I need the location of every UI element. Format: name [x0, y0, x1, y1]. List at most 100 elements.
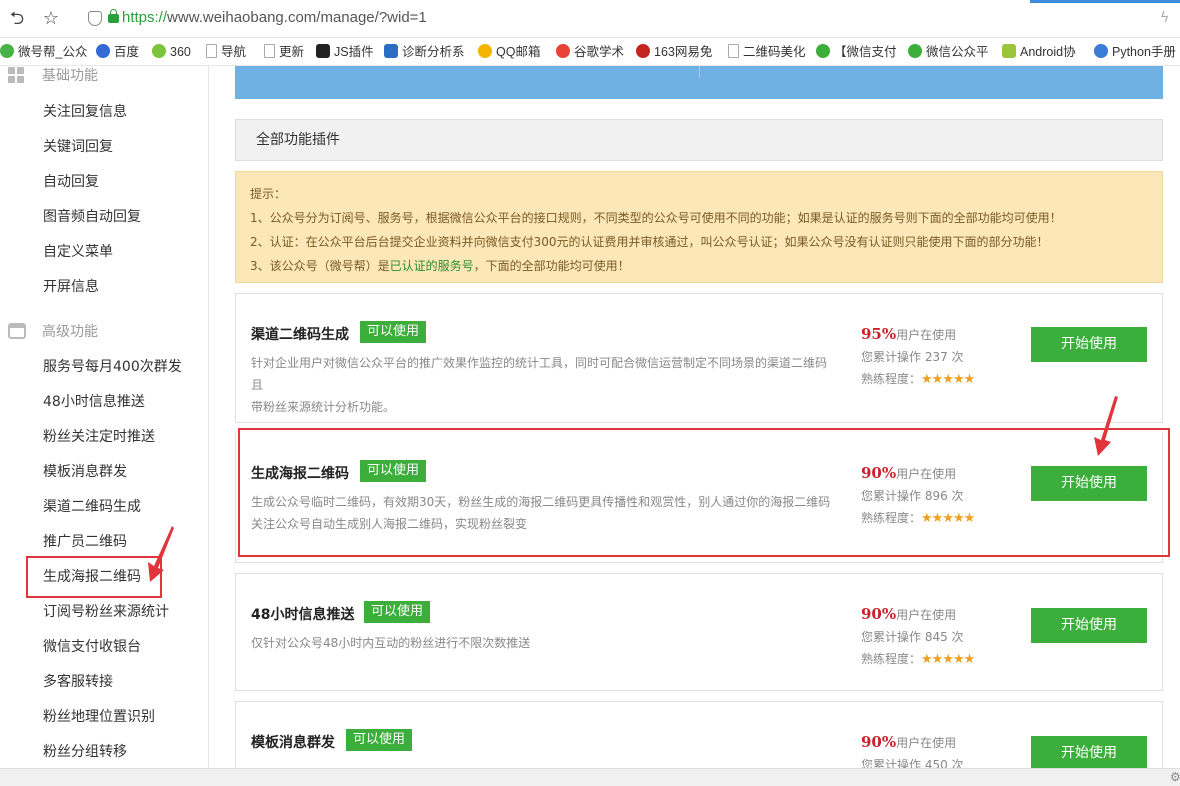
- card-title: 模板消息群发: [251, 735, 335, 751]
- bookmark-item[interactable]: 更新: [264, 43, 304, 61]
- sidebar-item-channel-qr[interactable]: 渠道二维码生成: [43, 497, 141, 517]
- available-badge: 可以使用: [346, 729, 413, 751]
- bookmark-item[interactable]: 导航: [206, 43, 246, 61]
- card-title: 48小时信息推送: [251, 607, 355, 623]
- bookmark-item[interactable]: 诊断分析系: [384, 43, 465, 61]
- back-icon[interactable]: ⮌: [6, 8, 28, 30]
- bookmark-item[interactable]: 【微信支付: [816, 43, 897, 61]
- tips-line: 2、认证：在公众平台后台提交企业资料并向微信支付300元的认证费用并审核通过，叫…: [250, 235, 1049, 249]
- star-rating-icon: ★★★★★: [921, 372, 975, 387]
- lock-icon: [108, 9, 119, 23]
- page-icon: [206, 44, 217, 58]
- card-desc: 针对企业用户对微信公众平台的推广效果作监控的统计工具，同时可配合微信运营制定不同…: [251, 356, 828, 392]
- wechat-pay-icon: [816, 44, 830, 58]
- usage-percent: 95%: [861, 325, 897, 343]
- qq-mail-icon: [478, 44, 492, 58]
- bookmark-label: 微号帮_公众: [18, 45, 88, 59]
- bookmark-item[interactable]: JS插件: [316, 43, 374, 61]
- section-label: 高级功能: [42, 324, 98, 340]
- python-icon: [1094, 44, 1108, 58]
- sidebar-item-media-reply[interactable]: 图音频自动回复: [43, 207, 141, 227]
- star-rating-icon: ★★★★★: [921, 652, 975, 667]
- sidebar-item-splash[interactable]: 开屏信息: [43, 277, 99, 297]
- 163-icon: [636, 44, 650, 58]
- url-input[interactable]: https://www.weihaobang.com/manage/?wid=1: [122, 9, 427, 26]
- header-banner: [235, 66, 1163, 99]
- banner-divider: [699, 66, 700, 78]
- bookmark-label: 微信公众平: [926, 45, 989, 59]
- panel-title: 全部功能插件: [235, 119, 1163, 161]
- level-label: 熟练程度：: [861, 372, 922, 386]
- section-advanced-title: 高级功能: [8, 322, 98, 342]
- page-icon: [264, 44, 275, 58]
- bookmark-label: 导航: [221, 45, 247, 59]
- bookmark-item[interactable]: 百度: [96, 43, 139, 61]
- available-badge: 可以使用: [360, 321, 427, 343]
- bookmark-label: JS插件: [334, 45, 374, 59]
- plugin-card-channel-qr: 渠道二维码生成 可以使用 针对企业用户对微信公众平台的推广效果作监控的统计工具，…: [235, 293, 1163, 423]
- star-icon[interactable]: ☆: [40, 8, 62, 30]
- tips-line: 3、该公众号（微号帮）是已认证的服务号，下面的全部功能均可使用！: [250, 254, 1148, 278]
- bookmark-label: 【微信支付: [834, 45, 897, 59]
- bookmark-item[interactable]: 微号帮_公众: [0, 43, 87, 61]
- bookmark-item[interactable]: QQ邮箱: [478, 43, 540, 61]
- sidebar-item-template-msg[interactable]: 模板消息群发: [43, 462, 127, 482]
- status-bar: ⚙: [0, 768, 1180, 786]
- start-button[interactable]: 开始使用: [1031, 608, 1147, 643]
- bookmark-item[interactable]: 二维码美化: [728, 43, 806, 61]
- sidebar: 基础功能 关注回复信息 关键词回复 自动回复 图音频自动回复 自定义菜单 开屏信…: [0, 66, 209, 768]
- sidebar-item-custom-menu[interactable]: 自定义菜单: [43, 242, 113, 262]
- url-path: www.weihaobang.com/manage/?wid=1: [167, 9, 427, 26]
- gear-icon[interactable]: ⚙: [1170, 770, 1180, 784]
- diagnose-icon: [384, 44, 398, 58]
- bolt-icon[interactable]: ϟ: [1160, 10, 1169, 26]
- sidebar-item-promoter-qr[interactable]: 推广员二维码: [43, 532, 127, 552]
- operation-count: 您累计操作 845 次: [861, 630, 964, 644]
- sidebar-item-pay-cashier[interactable]: 微信支付收银台: [43, 637, 141, 657]
- google-icon: [556, 44, 570, 58]
- usage-percent: 90%: [861, 733, 897, 751]
- sidebar-item-keyword-reply[interactable]: 关键词回复: [43, 137, 113, 157]
- bookmark-item[interactable]: Python手册: [1094, 43, 1176, 61]
- sidebar-item-geo[interactable]: 粉丝地理位置识别: [43, 707, 155, 727]
- bookmark-item[interactable]: 360: [152, 43, 191, 61]
- bookmark-label: Android协: [1020, 45, 1076, 59]
- sidebar-item-follow-reply[interactable]: 关注回复信息: [43, 102, 127, 122]
- bookmark-label: 谷歌学术: [574, 45, 625, 59]
- tips-line: 1、公众号分为订阅号、服务号，根据微信公众平台的接口规则，不同类型的公众号可使用…: [250, 211, 1062, 225]
- address-bar: ⮌ ☆ https://www.weihaobang.com/manage/?w…: [0, 0, 1180, 38]
- bookmark-item[interactable]: 微信公众平: [908, 43, 989, 61]
- tips-text: 3、该公众号（微号帮）是: [250, 259, 390, 273]
- level-label: 熟练程度：: [861, 652, 922, 666]
- page-icon: [728, 44, 739, 58]
- start-button[interactable]: 开始使用: [1031, 327, 1147, 362]
- sidebar-item-auto-reply[interactable]: 自动回复: [43, 172, 99, 192]
- section-label: 基础功能: [42, 68, 98, 84]
- section-basic-title: 基础功能: [8, 66, 98, 86]
- annotation-arrow-sidebar: [148, 526, 174, 582]
- sidebar-item-group-move[interactable]: 粉丝分组转移: [43, 742, 127, 762]
- sidebar-item-timed-push[interactable]: 粉丝关注定时推送: [43, 427, 155, 447]
- card-stats: 90%用户在使用 您累计操作 845 次 熟练程度：★★★★★: [861, 603, 975, 671]
- sidebar-item-fan-source[interactable]: 订阅号粉丝来源统计: [43, 602, 169, 622]
- sidebar-item-customer-service[interactable]: 多客服转接: [43, 672, 113, 692]
- sidebar-item-mass-send[interactable]: 服务号每月400次群发: [43, 357, 182, 377]
- tips-text: ，下面的全部功能均可使用！: [473, 259, 630, 273]
- js-icon: [316, 44, 330, 58]
- bookmark-item[interactable]: 谷歌学术: [556, 43, 624, 61]
- plugin-card-48h-push: 48小时信息推送 可以使用 仅针对公众号48小时内互动的粉丝进行不限次数推送 9…: [235, 573, 1163, 691]
- grid-icon: [8, 67, 26, 83]
- bookmark-item[interactable]: 163网易免: [636, 43, 712, 61]
- card-desc: 带粉丝来源统计分析功能。: [251, 400, 396, 414]
- card-title: 渠道二维码生成: [251, 327, 349, 343]
- wechat-icon: [908, 44, 922, 58]
- sidebar-item-48h-push[interactable]: 48小时信息推送: [43, 392, 145, 412]
- shield-icon[interactable]: [88, 11, 102, 26]
- bookmark-label: 诊断分析系: [402, 45, 465, 59]
- bookmark-item[interactable]: Android协: [1002, 43, 1076, 61]
- bookmarks-bar: 微号帮_公众 百度 360 导航 更新 JS插件 诊断分析系 QQ邮箱 谷歌学术…: [0, 38, 1180, 66]
- card-highlight-box: [238, 428, 1170, 557]
- tips-box: 提示： 1、公众号分为订阅号、服务号，根据微信公众平台的接口规则，不同类型的公众…: [235, 171, 1163, 283]
- start-button[interactable]: 开始使用: [1031, 736, 1147, 771]
- usage-label: 用户在使用: [896, 736, 957, 750]
